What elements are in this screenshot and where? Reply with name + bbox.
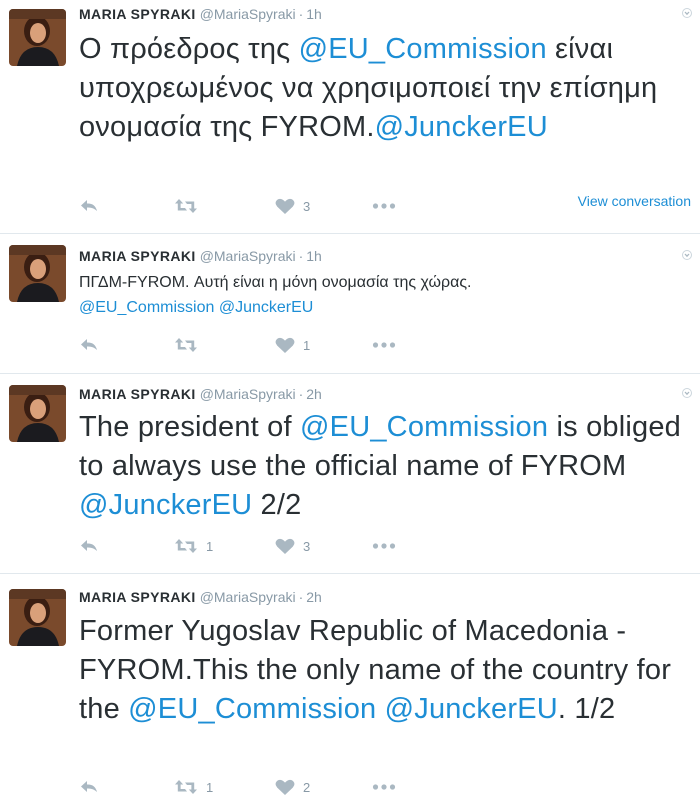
timestamp[interactable]: 1h	[306, 248, 322, 264]
more-dots-icon	[372, 543, 396, 549]
mention-link[interactable]: @JunckerEU	[79, 489, 252, 521]
retweet-icon	[175, 539, 197, 553]
more-dots-icon	[372, 784, 396, 790]
reply-button[interactable]	[79, 198, 99, 214]
text-segment: . 1/2	[557, 693, 616, 725]
heart-icon	[275, 337, 295, 353]
timestamp[interactable]: 2h	[306, 589, 322, 605]
view-conversation-link[interactable]: View conversation	[578, 193, 691, 209]
separator: ·	[298, 386, 304, 402]
avatar[interactable]	[9, 9, 66, 66]
retweet-icon	[175, 199, 197, 213]
timestamp[interactable]: 1h	[306, 6, 322, 22]
mention-link[interactable]: @EU_Commission	[79, 299, 214, 316]
more-dots-icon	[372, 342, 396, 348]
text-segment: ΠΓΔΜ-FYROM. Αυτή είναι η μόνη ονομασία τ…	[79, 274, 472, 291]
tweet-header: MARIA SPYRAKI @MariaSpyraki · 1h	[79, 6, 322, 22]
avatar[interactable]	[9, 245, 66, 302]
author-handle[interactable]: @MariaSpyraki	[200, 248, 296, 264]
more-button[interactable]	[372, 779, 396, 795]
retweet-button[interactable]: 1	[174, 779, 213, 795]
separator: ·	[298, 248, 304, 264]
author-name[interactable]: MARIA SPYRAKI	[79, 6, 196, 22]
reply-icon	[81, 540, 97, 551]
tweet-header: MARIA SPYRAKI @MariaSpyraki · 1h	[79, 248, 322, 264]
retweet-button[interactable]	[174, 198, 206, 214]
more-button[interactable]	[372, 337, 396, 353]
retweet-icon	[175, 780, 197, 794]
text-segment: The president of	[79, 411, 301, 443]
like-count: 1	[303, 338, 311, 353]
retweet-count: 1	[206, 538, 214, 554]
author-handle[interactable]: @MariaSpyraki	[200, 589, 296, 605]
reply-button[interactable]	[79, 337, 99, 353]
separator: ·	[298, 6, 304, 22]
author-handle[interactable]: @MariaSpyraki	[200, 386, 296, 402]
like-button[interactable]: 1	[275, 337, 310, 354]
tweet-actions: 3	[79, 198, 399, 218]
retweet-count: 1	[206, 779, 214, 795]
tweet-text: Former Yugoslav Republic of Macedonia - …	[79, 612, 690, 729]
tweet-actions: 1 2	[79, 779, 399, 799]
reply-button[interactable]	[79, 538, 99, 554]
caret-down-icon[interactable]	[682, 250, 692, 260]
retweet-icon	[175, 338, 197, 352]
mention-link[interactable]: @JunckerEU	[385, 693, 558, 725]
mention-link[interactable]: @JunckerEU	[219, 299, 314, 316]
avatar[interactable]	[9, 385, 66, 442]
retweet-button[interactable]	[174, 337, 206, 353]
like-count: 3	[303, 199, 311, 214]
like-count: 3	[303, 539, 311, 554]
like-button[interactable]: 2	[275, 779, 310, 796]
tweet[interactable]: MARIA SPYRAKI @MariaSpyraki · 1h ΠΓΔΜ-FYROM…	[0, 234, 700, 374]
tweet-text: Ο πρόεδρος της @EU_Commission είναι υποχ…	[79, 30, 690, 147]
mention-link[interactable]: @JunckerEU	[375, 111, 548, 143]
tweet[interactable]: MARIA SPYRAKI @MariaSpyraki · 1h Ο πρόεδρος…	[0, 0, 700, 234]
heart-icon	[275, 538, 295, 554]
tweet-actions: 1	[79, 337, 399, 357]
tweet-header: MARIA SPYRAKI @MariaSpyraki · 2h	[79, 386, 322, 402]
mention-link[interactable]: @EU_Commission	[299, 33, 547, 65]
tweet-header: MARIA SPYRAKI @MariaSpyraki · 2h	[79, 589, 322, 605]
author-name[interactable]: MARIA SPYRAKI	[79, 386, 196, 402]
tweet-actions: 1 3	[79, 538, 399, 558]
caret-down-icon[interactable]	[682, 388, 692, 398]
retweet-button[interactable]: 1	[174, 538, 213, 554]
reply-icon	[81, 339, 97, 350]
author-handle[interactable]: @MariaSpyraki	[200, 6, 296, 22]
more-button[interactable]	[372, 538, 396, 554]
tweet[interactable]: MARIA SPYRAKI @MariaSpyraki · 2h Former Yug…	[0, 574, 700, 811]
heart-icon	[275, 779, 295, 795]
text-segment: Ο πρόεδρος της	[79, 33, 299, 65]
timestamp[interactable]: 2h	[306, 386, 322, 402]
reply-button[interactable]	[79, 779, 99, 795]
mention-link[interactable]: @EU_Commission	[300, 411, 548, 443]
tweet-text: ΠΓΔΜ-FYROM. Αυτή είναι η μόνη ονομασία τ…	[79, 270, 580, 320]
reply-icon	[81, 781, 97, 792]
like-button[interactable]: 3	[275, 198, 310, 215]
more-button[interactable]	[372, 198, 396, 214]
avatar[interactable]	[9, 589, 66, 646]
like-button[interactable]: 3	[275, 538, 310, 555]
tweet-text: The president of @EU_Commission is oblig…	[79, 408, 690, 525]
author-name[interactable]: MARIA SPYRAKI	[79, 248, 196, 264]
more-dots-icon	[372, 203, 396, 209]
like-count: 2	[303, 780, 311, 795]
reply-icon	[81, 200, 97, 211]
caret-down-icon[interactable]	[682, 8, 692, 18]
separator: ·	[298, 589, 304, 605]
heart-icon	[275, 198, 295, 214]
author-name[interactable]: MARIA SPYRAKI	[79, 589, 196, 605]
tweet[interactable]: MARIA SPYRAKI @MariaSpyraki · 2h The presid…	[0, 374, 700, 574]
mention-link[interactable]: @EU_Commission	[128, 693, 376, 725]
text-segment	[376, 693, 384, 725]
text-segment: 2/2	[252, 489, 302, 521]
